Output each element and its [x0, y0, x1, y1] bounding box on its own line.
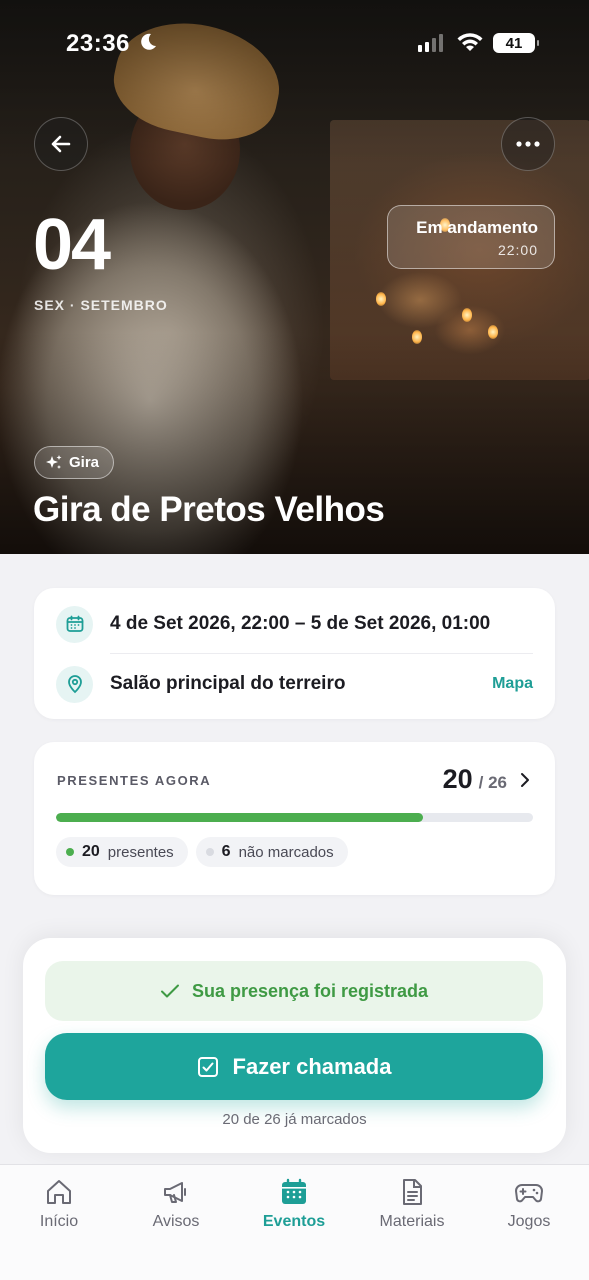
tab-jogos[interactable]: Jogos — [479, 1177, 579, 1231]
event-day: 04 — [33, 205, 111, 285]
gamepad-icon — [515, 1184, 543, 1203]
battery-level: 41 — [505, 34, 523, 52]
presence-registered-text: Sua presença foi registrada — [191, 980, 429, 1001]
tab-label: Avisos — [152, 1213, 200, 1230]
present-dot — [66, 848, 74, 856]
attendance-action-sheet: Sua presença foi registrada Fazer chamad… — [23, 938, 566, 1153]
check-icon — [160, 984, 179, 998]
tab-label: Materiais — [379, 1213, 445, 1230]
event-status-time: 22:00 — [497, 242, 538, 258]
event-weekday-month: SEX · SETEMBRO — [34, 297, 168, 313]
present-chip-label: presentes — [107, 843, 174, 861]
marked-count-text: 20 de 26 já marcados — [222, 1111, 367, 1128]
wifi-icon — [457, 33, 483, 51]
event-type-tag: Gira — [34, 446, 115, 479]
sparkles-icon — [46, 454, 62, 469]
location-icon-bubble — [56, 665, 93, 703]
map-link[interactable]: Mapa — [492, 675, 533, 693]
document-icon — [403, 1179, 422, 1205]
location-pin-icon — [67, 675, 82, 694]
calendar-icon — [282, 1178, 306, 1204]
home-icon — [47, 1180, 71, 1204]
event-status-badge: Em andamento 22:00 — [387, 205, 555, 269]
calendar-icon-bubble — [56, 605, 93, 643]
back-button[interactable] — [34, 117, 88, 171]
event-datetime: 4 de Set 2026, 22:00 – 5 de Set 2026, 01… — [110, 613, 491, 634]
tab-eventos[interactable]: Eventos — [244, 1177, 344, 1231]
event-type-label: Gira — [69, 454, 100, 471]
status-bar: 23:36 41 — [0, 0, 589, 88]
event-location-row: Salão principal do terreiro Mapa — [56, 656, 533, 712]
ellipsis-icon — [516, 141, 540, 147]
attendance-count: 20 / 26 — [443, 764, 531, 795]
attendance-chips: 20 presentes 6 não marcados — [56, 837, 348, 867]
event-status-title: Em andamento — [416, 218, 538, 237]
presence-registered-banner: Sua presença foi registrada — [45, 961, 543, 1021]
calendar-icon — [66, 615, 83, 632]
present-chip: 20 presentes — [56, 837, 188, 867]
tab-inicio[interactable]: Início — [9, 1177, 109, 1231]
unmarked-chip-count: 6 — [221, 843, 231, 860]
attendance-progress-bar — [56, 813, 533, 822]
attendance-total: / 26 — [478, 773, 507, 792]
bottom-tab-bar: Início Avisos Eventos Materiais Jogos — [0, 1164, 589, 1280]
megaphone-icon — [164, 1182, 186, 1203]
event-title: Gira de Pretos Velhos — [33, 490, 385, 529]
event-info-card: 4 de Set 2026, 22:00 – 5 de Set 2026, 01… — [34, 588, 555, 719]
unmarked-chip: 6 não marcados — [195, 837, 348, 867]
tab-materiais[interactable]: Materiais — [362, 1177, 462, 1231]
event-datetime-row: 4 de Set 2026, 22:00 – 5 de Set 2026, 01… — [56, 596, 533, 652]
attendance-present-count: 20 — [442, 764, 473, 794]
event-location: Salão principal do terreiro — [110, 673, 346, 694]
take-attendance-button[interactable]: Fazer chamada — [45, 1033, 543, 1100]
info-divider — [110, 653, 533, 654]
attendance-card[interactable]: PRESENTES AGORA 20 / 26 20 presentes 6 n… — [34, 742, 555, 895]
chevron-right-icon — [521, 773, 529, 787]
cell-signal-icon — [418, 34, 443, 52]
tab-avisos[interactable]: Avisos — [126, 1177, 226, 1231]
moon-icon — [141, 33, 156, 50]
unmarked-dot — [205, 848, 214, 856]
unmarked-chip-label: não marcados — [238, 843, 334, 861]
tab-label: Eventos — [262, 1213, 326, 1230]
checkbox-icon — [197, 1056, 218, 1077]
status-time: 23:36 — [66, 30, 130, 57]
attendance-progress-fill — [56, 813, 423, 822]
present-chip-count: 20 — [82, 843, 100, 860]
more-options-button[interactable] — [501, 117, 555, 171]
battery-icon: 41 — [493, 33, 539, 53]
take-attendance-label: Fazer chamada — [232, 1053, 392, 1079]
tab-label: Início — [39, 1213, 79, 1230]
tab-label: Jogos — [507, 1213, 551, 1230]
arrow-left-icon — [51, 135, 71, 153]
attendance-label: PRESENTES AGORA — [57, 773, 212, 788]
